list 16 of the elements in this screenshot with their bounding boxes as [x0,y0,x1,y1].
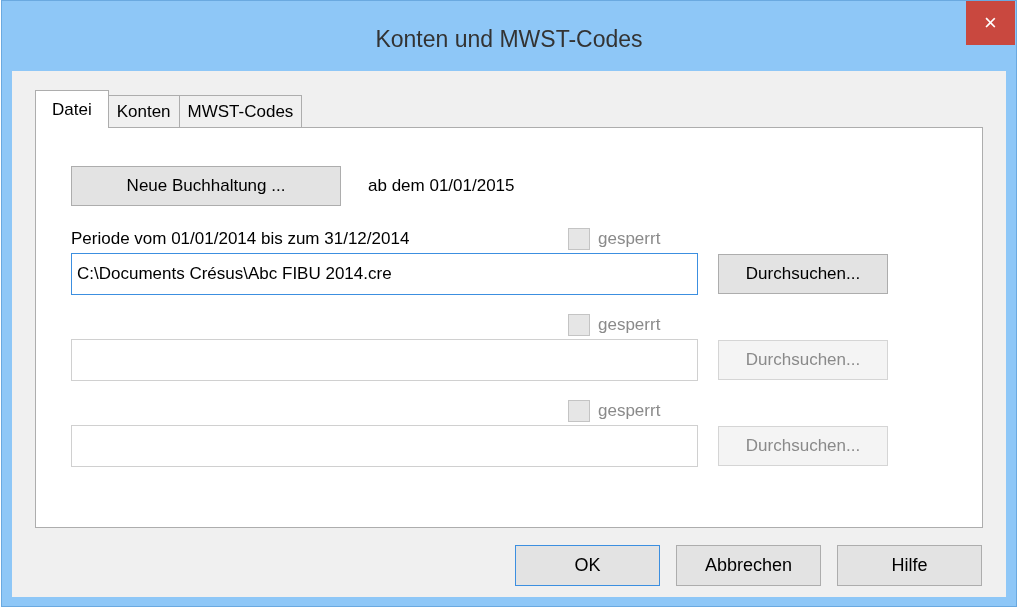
window-title: Konten und MWST-Codes [375,24,643,54]
locked-label: gesperrt [598,400,662,423]
tab[interactable]: Konten [108,95,180,127]
new-accounting-button[interactable]: Neue Buchhaltung ... [71,166,341,206]
locked-label: gesperrt [598,228,662,251]
file-path-field[interactable]: C:\Documents Crésus\Abc FIBU 2014.cre [71,253,698,295]
close-button[interactable]: × [966,1,1015,45]
tab[interactable]: Datei [35,90,109,128]
dialog-button[interactable]: OK [515,545,660,586]
tab[interactable]: MWST-Codes [179,95,303,127]
dialog-button[interactable]: Hilfe [837,545,982,586]
dialog-button[interactable]: Abbrechen [676,545,821,586]
start-date-text: ab dem 01/01/2015 [368,175,515,198]
locked-label: gesperrt [598,314,662,337]
browse-button[interactable]: Durchsuchen... [718,254,888,294]
period-label: Periode vom 01/01/2014 bis zum 31/12/2014 [71,228,410,251]
